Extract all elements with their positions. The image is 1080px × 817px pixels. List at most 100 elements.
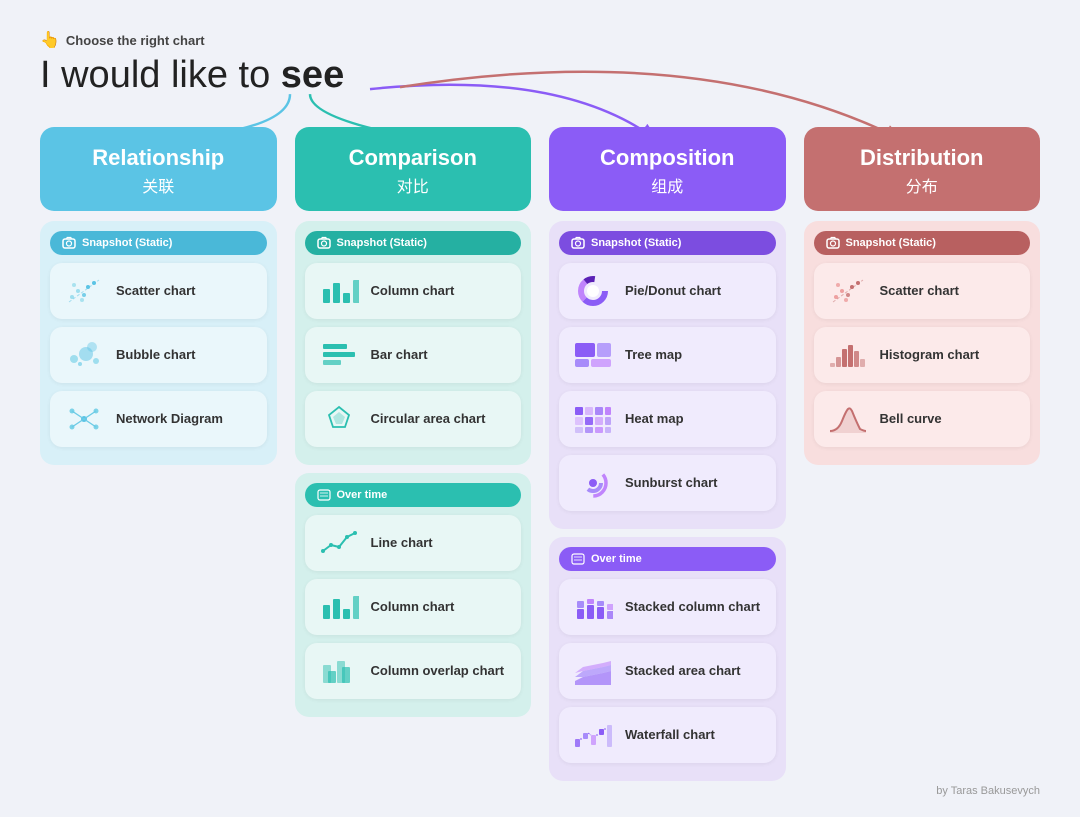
main-title: I would like to see	[40, 54, 1040, 97]
bell-curve-label: Bell curve	[880, 411, 942, 428]
column-overlap-chart-card[interactable]: Column overlap chart	[305, 643, 522, 699]
comparison-snapshot-group: Snapshot (Static) Column chart Bar chart	[295, 221, 532, 465]
distribution-title-en: Distribution	[816, 145, 1029, 171]
stacked-column-icon	[571, 589, 615, 625]
comparison-overtime-group: Over time Line chart Column chart	[295, 473, 532, 717]
treemap-icon	[571, 337, 615, 373]
network-chart-card[interactable]: Network Diagram	[50, 391, 267, 447]
snapshot-icon	[62, 236, 76, 250]
column-chart-card-cmp[interactable]: Column chart	[305, 263, 522, 319]
composition-title-en: Composition	[561, 145, 774, 171]
distribution-snapshot-group: Snapshot (Static) Scatter chart Histogra…	[804, 221, 1041, 465]
relationship-snapshot-text: Snapshot (Static)	[82, 237, 172, 249]
composition-header: Composition 组成	[549, 127, 786, 211]
comparison-title-cn: 对比	[307, 173, 520, 197]
line-chart-label: Line chart	[371, 535, 433, 552]
histogram-chart-label: Histogram chart	[880, 347, 980, 364]
heatmap-icon	[571, 401, 615, 437]
waterfall-chart-card[interactable]: Waterfall chart	[559, 707, 776, 763]
comparison-snapshot-label: Snapshot (Static)	[305, 231, 522, 255]
relationship-snapshot-group: Snapshot (Static) Scatter chart Bubble c…	[40, 221, 277, 465]
donut-icon	[571, 273, 615, 309]
bell-curve-icon	[826, 401, 870, 437]
scatter-chart-label-rel: Scatter chart	[116, 283, 195, 300]
column-composition: Composition 组成 Snapshot (Static) Pie/Don…	[549, 127, 786, 789]
comparison-snapshot-text: Snapshot (Static)	[337, 237, 427, 249]
network-chart-label: Network Diagram	[116, 411, 223, 428]
column-chart-card-cmp2[interactable]: Column chart	[305, 579, 522, 635]
column-relationship: Relationship 关联 Snapshot (Static) Scatte…	[40, 127, 277, 789]
donut-chart-label: Pie/Donut chart	[625, 283, 721, 300]
bubble-chart-card[interactable]: Bubble chart	[50, 327, 267, 383]
composition-overtime-text: Over time	[591, 553, 642, 565]
bar-chart-label: Bar chart	[371, 347, 428, 364]
column-chart-label-cmp: Column chart	[371, 283, 455, 300]
bar-icon	[317, 337, 361, 373]
line-icon	[317, 525, 361, 561]
column-distribution: Distribution 分布 Snapshot (Static) Scatte…	[804, 127, 1041, 789]
sunburst-icon	[571, 465, 615, 501]
scatter-icon-rel	[62, 273, 106, 309]
scatter-chart-card-dist[interactable]: Scatter chart	[814, 263, 1031, 319]
overtime-icon	[317, 488, 331, 502]
distribution-title-cn: 分布	[816, 173, 1029, 197]
composition-title-cn: 组成	[561, 173, 774, 197]
page: 👆 Choose the right chart I would like to…	[0, 0, 1080, 809]
columns-container: Relationship 关联 Snapshot (Static) Scatte…	[40, 127, 1040, 789]
header-tag-text: Choose the right chart	[66, 33, 205, 48]
column-overlap-chart-label: Column overlap chart	[371, 663, 505, 680]
distribution-snapshot-label: Snapshot (Static)	[814, 231, 1031, 255]
comparison-title-en: Comparison	[307, 145, 520, 171]
bar-chart-card[interactable]: Bar chart	[305, 327, 522, 383]
column-comparison: Comparison 对比 Snapshot (Static) Column c…	[295, 127, 532, 789]
column-icon-cmp2	[317, 589, 361, 625]
scatter-icon-dist	[826, 273, 870, 309]
stacked-area-chart-label: Stacked area chart	[625, 663, 741, 680]
distribution-header: Distribution 分布	[804, 127, 1041, 211]
snapshot-icon-4	[826, 236, 840, 250]
comparison-overtime-text: Over time	[337, 489, 388, 501]
bell-curve-card[interactable]: Bell curve	[814, 391, 1031, 447]
heatmap-chart-card[interactable]: Heat map	[559, 391, 776, 447]
circular-area-icon	[317, 401, 361, 437]
bubble-icon	[62, 337, 106, 373]
relationship-snapshot-label: Snapshot (Static)	[50, 231, 267, 255]
histogram-chart-card[interactable]: Histogram chart	[814, 327, 1031, 383]
relationship-header: Relationship 关联	[40, 127, 277, 211]
composition-snapshot-label: Snapshot (Static)	[559, 231, 776, 255]
network-icon	[62, 401, 106, 437]
histogram-icon	[826, 337, 870, 373]
treemap-chart-label: Tree map	[625, 347, 682, 364]
sunburst-chart-card[interactable]: Sunburst chart	[559, 455, 776, 511]
waterfall-chart-label: Waterfall chart	[625, 727, 715, 744]
stacked-column-chart-card[interactable]: Stacked column chart	[559, 579, 776, 635]
column-chart-label-cmp2: Column chart	[371, 599, 455, 616]
line-chart-card[interactable]: Line chart	[305, 515, 522, 571]
snapshot-icon-3	[571, 236, 585, 250]
distribution-snapshot-text: Snapshot (Static)	[846, 237, 936, 249]
header-tag: 👆 Choose the right chart	[40, 30, 1040, 50]
relationship-title-en: Relationship	[52, 145, 265, 171]
scatter-chart-label-dist: Scatter chart	[880, 283, 959, 300]
composition-overtime-group: Over time Stacked column chart Stacked a…	[549, 537, 786, 781]
sunburst-chart-label: Sunburst chart	[625, 475, 717, 492]
column-overlap-icon	[317, 653, 361, 689]
circular-area-chart-card[interactable]: Circular area chart	[305, 391, 522, 447]
scatter-chart-card-rel[interactable]: Scatter chart	[50, 263, 267, 319]
comparison-overtime-label: Over time	[305, 483, 522, 507]
waterfall-icon	[571, 717, 615, 753]
title-prefix: I would like to	[40, 54, 281, 96]
heatmap-chart-label: Heat map	[625, 411, 684, 428]
snapshot-icon-2	[317, 236, 331, 250]
stacked-area-chart-card[interactable]: Stacked area chart	[559, 643, 776, 699]
thumb-icon: 👆	[40, 30, 60, 50]
treemap-chart-card[interactable]: Tree map	[559, 327, 776, 383]
donut-chart-card[interactable]: Pie/Donut chart	[559, 263, 776, 319]
overtime-icon-2	[571, 552, 585, 566]
column-icon-cmp	[317, 273, 361, 309]
bubble-chart-label: Bubble chart	[116, 347, 195, 364]
comparison-header: Comparison 对比	[295, 127, 532, 211]
composition-snapshot-text: Snapshot (Static)	[591, 237, 681, 249]
relationship-title-cn: 关联	[52, 173, 265, 197]
stacked-area-icon	[571, 653, 615, 689]
